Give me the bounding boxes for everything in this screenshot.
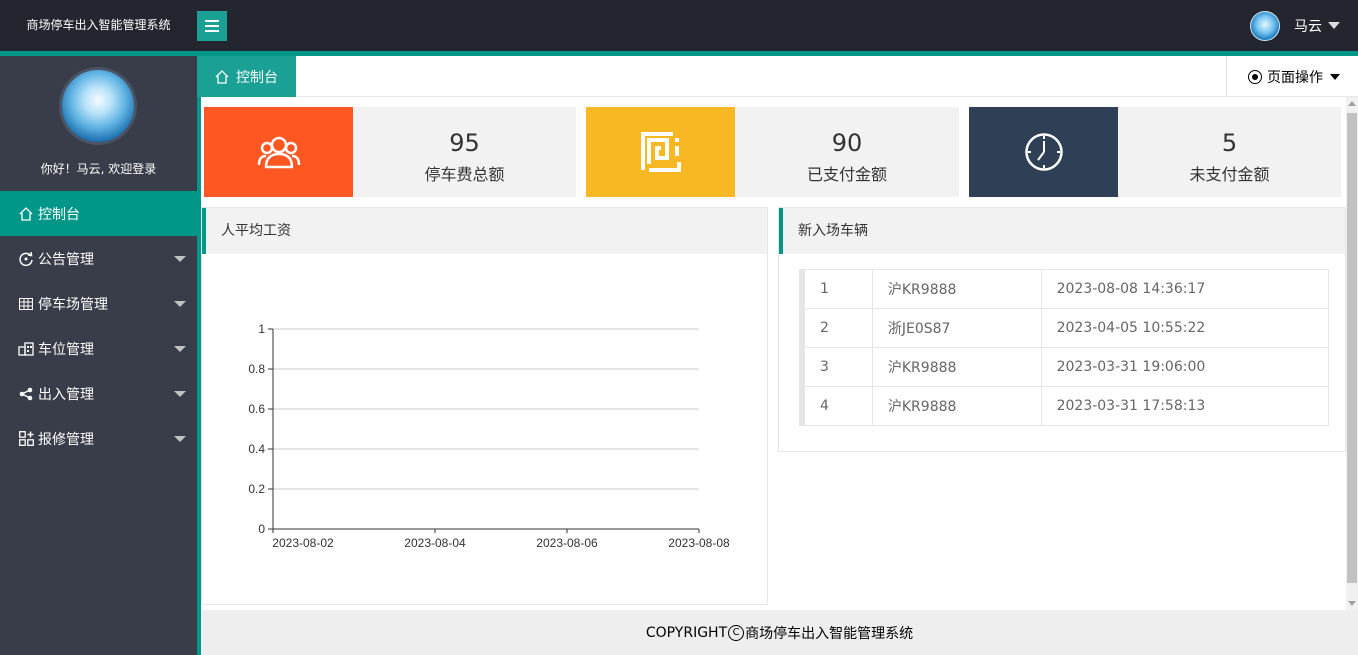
stat-value: 90	[831, 129, 863, 157]
x-tick-label: 2023-08-08	[668, 536, 730, 550]
stat-label: 已支付金额	[806, 165, 887, 184]
share-icon	[18, 386, 34, 402]
welcome-text: 你好！马云, 欢迎登录	[40, 162, 157, 176]
building-icon	[18, 341, 34, 357]
app-grid-plus-icon	[18, 431, 34, 447]
menu-toggle-button[interactable]	[197, 11, 227, 41]
plate-cell: 沪KR9888	[871, 386, 1042, 426]
sidebar-item-label: 出入管理	[38, 386, 94, 403]
refresh-circle-icon	[18, 251, 34, 267]
stat-card-paid: 90 已支付金额	[586, 107, 959, 197]
sidebar: 你好！马云, 欢迎登录 控制台 公告管理 停车场管理 车位管理 出入管理 报修管…	[0, 56, 197, 655]
spiral-square-icon	[640, 132, 681, 172]
copyright-text: 商场停车出入智能管理系统	[745, 625, 914, 642]
x-tick-label: 2023-08-06	[536, 536, 598, 550]
users-icon	[257, 136, 300, 169]
profile-avatar	[59, 67, 137, 145]
scrollbar[interactable]	[1346, 97, 1358, 610]
chevron-down-icon	[174, 301, 186, 307]
table-row: 4 沪KR9888 2023-03-31 17:58:13	[804, 386, 1330, 426]
sidebar-item-label: 停车场管理	[38, 296, 108, 313]
footer: COPYRIGHT C 商场停车出入智能管理系统	[201, 610, 1358, 655]
sidebar-item-parking-lots[interactable]: 停车场管理	[0, 281, 197, 326]
chevron-down-icon	[1328, 22, 1340, 29]
sidebar-item-label: 控制台	[38, 206, 80, 223]
user-menu[interactable]: 马云	[1250, 0, 1340, 51]
stat-card-total-fee: 95 停车费总额	[204, 107, 576, 197]
page-operations-label: 页面操作	[1267, 69, 1323, 86]
entry-time-cell: 2023-03-31 19:06:00	[1040, 347, 1330, 387]
sidebar-item-parking-spaces[interactable]: 车位管理	[0, 326, 197, 371]
y-tick-label: 0.8	[248, 362, 265, 376]
target-icon	[1248, 69, 1262, 84]
row-number-cell: 3	[804, 347, 873, 387]
entry-time-cell: 2023-03-31 17:58:13	[1040, 386, 1330, 426]
chevron-down-icon	[174, 256, 186, 262]
row-number-cell: 2	[804, 308, 873, 348]
user-name: 马云	[1294, 18, 1322, 35]
x-tick-label: 2023-08-04	[404, 536, 466, 550]
page-operations-dropdown[interactable]: 页面操作	[1226, 56, 1358, 97]
chart-panel: 人平均工资 0 0.2 0.4 0.6 0.8 1 2023-08-02 2023-08-04…	[201, 207, 768, 605]
tab-dashboard[interactable]: 控制台	[197, 56, 296, 97]
home-icon	[18, 206, 34, 222]
copyright-icon: C	[728, 624, 745, 641]
y-tick-label: 1	[258, 322, 265, 336]
stat-icon-box	[204, 107, 353, 197]
sidebar-item-label: 报修管理	[38, 431, 94, 448]
sidebar-item-label: 车位管理	[38, 341, 94, 358]
sidebar-nav: 控制台 公告管理 停车场管理 车位管理 出入管理 报修管理	[0, 191, 197, 461]
vehicles-panel: 新入场车辆 1 沪KR9888 2023-08-08 14:36:17 2 浙JE0S8…	[778, 207, 1346, 452]
app-title: 商场停车出入智能管理系统	[26, 18, 171, 32]
row-number-cell: 1	[804, 269, 873, 309]
plate-cell: 沪KR9888	[871, 269, 1042, 309]
scroll-down-icon[interactable]	[1348, 601, 1356, 606]
sidebar-item-dashboard[interactable]: 控制台	[0, 191, 197, 236]
entry-time-cell: 2023-04-05 10:55:22	[1040, 308, 1330, 348]
home-icon	[215, 69, 229, 84]
sidebar-item-label: 公告管理	[38, 251, 94, 268]
stat-icon-box	[969, 107, 1118, 197]
stat-value: 95	[449, 129, 480, 157]
chevron-down-icon	[174, 346, 186, 352]
line-chart: 0 0.2 0.4 0.6 0.8 1 2023-08-02 2023-08-04 2023-0…	[248, 322, 730, 550]
chart-panel-title: 人平均工资	[202, 208, 767, 254]
scroll-up-icon[interactable]	[1348, 101, 1356, 106]
plate-cell: 沪KR9888	[871, 347, 1042, 387]
chevron-down-icon	[174, 436, 186, 442]
y-tick-label: 0.2	[248, 482, 265, 496]
y-tick-label: 0.4	[248, 442, 265, 456]
y-tick-label: 0	[258, 522, 265, 536]
sidebar-item-announcements[interactable]: 公告管理	[0, 236, 197, 281]
row-number-cell: 4	[804, 386, 873, 426]
stat-icon-box	[586, 107, 735, 197]
tab-bar: 控制台 页面操作	[197, 56, 1358, 97]
stat-value: 5	[1221, 129, 1238, 157]
table-row: 2 浙JE0S87 2023-04-05 10:55:22	[804, 308, 1330, 348]
vehicles-table: 1 沪KR9888 2023-08-08 14:36:17 2 浙JE0S87 2023-…	[804, 269, 1330, 426]
stat-card-unpaid: 5 未支付金额	[969, 107, 1341, 197]
chevron-down-icon	[1330, 73, 1340, 80]
avatar	[1250, 10, 1280, 41]
copyright-prefix: COPYRIGHT	[645, 624, 728, 641]
top-header: 商场停车出入智能管理系统 马云	[0, 0, 1358, 51]
table-row: 3 沪KR9888 2023-03-31 19:06:00	[804, 347, 1330, 387]
table-row: 1 沪KR9888 2023-08-08 14:36:17	[804, 269, 1330, 309]
y-tick-label: 0.6	[248, 402, 265, 416]
x-tick-label: 2023-08-02	[272, 536, 334, 550]
grid-table-icon	[18, 296, 34, 312]
sidebar-item-entry-exit[interactable]: 出入管理	[0, 371, 197, 416]
stat-label: 未支付金额	[1189, 165, 1270, 184]
clock-icon	[1024, 133, 1063, 171]
hamburger-icon	[205, 20, 219, 32]
chevron-down-icon	[174, 391, 186, 397]
plate-cell: 浙JE0S87	[871, 308, 1042, 348]
vehicles-table-wrap: 1 沪KR9888 2023-08-08 14:36:17 2 浙JE0S87 2023-…	[799, 269, 1330, 426]
vehicles-panel-title: 新入场车辆	[779, 208, 1345, 254]
sidebar-item-repairs[interactable]: 报修管理	[0, 416, 197, 461]
entry-time-cell: 2023-08-08 14:36:17	[1040, 269, 1330, 309]
stat-label: 停车费总额	[424, 165, 505, 184]
scrollbar-thumb[interactable]	[1347, 113, 1357, 583]
tab-label: 控制台	[236, 69, 278, 86]
